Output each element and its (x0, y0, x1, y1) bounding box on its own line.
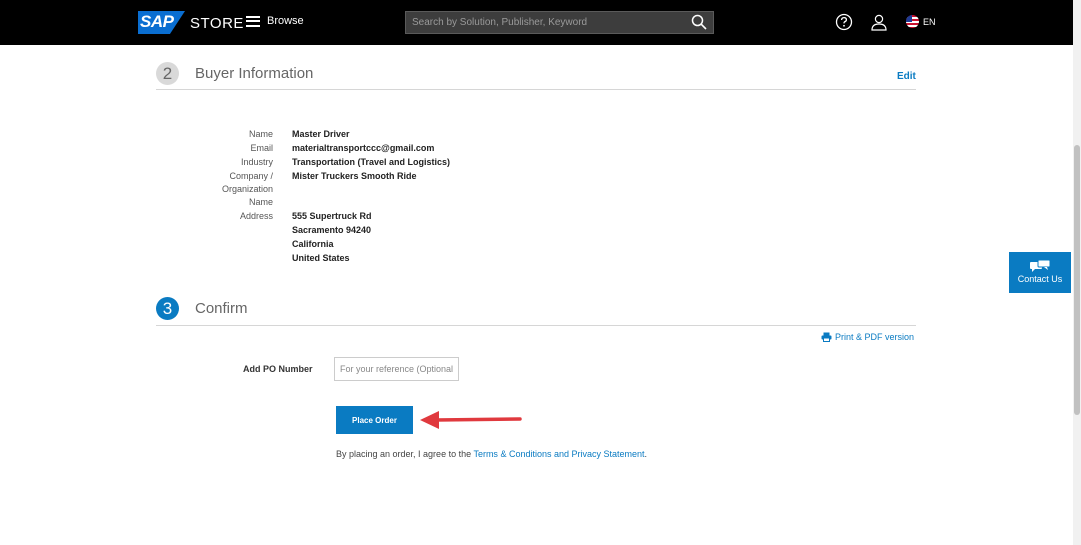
address-line-3: California (292, 239, 334, 249)
po-number-input[interactable] (334, 357, 459, 381)
address-line-4: United States (292, 253, 350, 263)
step-2-indicator: 2 (156, 62, 179, 85)
email-value: materialtransportccc@gmail.com (292, 143, 435, 153)
contact-us-button[interactable]: Contact Us (1009, 252, 1071, 293)
page-scrollbar[interactable] (1073, 0, 1081, 545)
industry-value: Transportation (Travel and Logistics) (292, 157, 451, 167)
scrollbar-thumb[interactable] (1074, 145, 1080, 415)
search-box (405, 11, 714, 34)
agree-suffix: . (644, 449, 648, 459)
logo-text: SAP (140, 12, 174, 31)
company-label: Company / Organization Name (221, 171, 273, 207)
edit-buyer-info-link[interactable]: Edit (897, 71, 916, 82)
terms-privacy-link[interactable]: Terms & Conditions and Privacy Statement (473, 449, 644, 459)
confirm-title: Confirm (195, 300, 248, 317)
address-line-2: Sacramento 94240 (292, 225, 372, 235)
language-selector[interactable]: EN (906, 15, 936, 28)
search-input[interactable] (406, 12, 676, 33)
address-line-1: 555 Supertruck Rd (292, 211, 372, 221)
help-icon[interactable] (835, 13, 853, 31)
red-arrow-annotation (420, 411, 522, 429)
printer-icon (821, 332, 832, 342)
section-divider (156, 325, 916, 326)
buyer-info-title: Buyer Information (195, 65, 314, 82)
user-icon[interactable] (870, 13, 888, 31)
search-icon[interactable] (691, 14, 707, 30)
address-label: Address (239, 211, 273, 221)
top-navigation-bar: SAP STORE Browse EN (0, 0, 1073, 45)
us-flag-icon (906, 15, 919, 28)
browse-label: Browse (267, 15, 304, 27)
contact-us-label: Contact Us (1017, 274, 1063, 284)
print-pdf-label: Print & PDF version (835, 332, 915, 342)
chat-bubbles-icon (1030, 260, 1050, 272)
step-3-indicator: 3 (156, 297, 179, 320)
browse-menu-button[interactable]: Browse (246, 15, 304, 27)
agree-prefix: By placing an order, I agree to the (336, 449, 474, 459)
hamburger-icon (246, 15, 260, 27)
industry-label: Industry (240, 157, 273, 167)
place-order-button[interactable]: Place Order (336, 406, 413, 434)
company-value: Mister Truckers Smooth Ride (292, 171, 417, 181)
terms-agreement-text: By placing an order, I agree to the Term… (336, 449, 647, 459)
name-label: Name (248, 129, 273, 139)
sap-logo[interactable]: SAP (138, 11, 185, 34)
store-label[interactable]: STORE (190, 15, 244, 32)
section-divider (156, 89, 916, 90)
print-pdf-link[interactable]: Print & PDF version (821, 332, 914, 342)
name-value: Master Driver (292, 129, 350, 139)
email-label: Email (250, 143, 273, 153)
language-label: EN (923, 16, 936, 27)
po-number-label: Add PO Number (243, 364, 313, 374)
